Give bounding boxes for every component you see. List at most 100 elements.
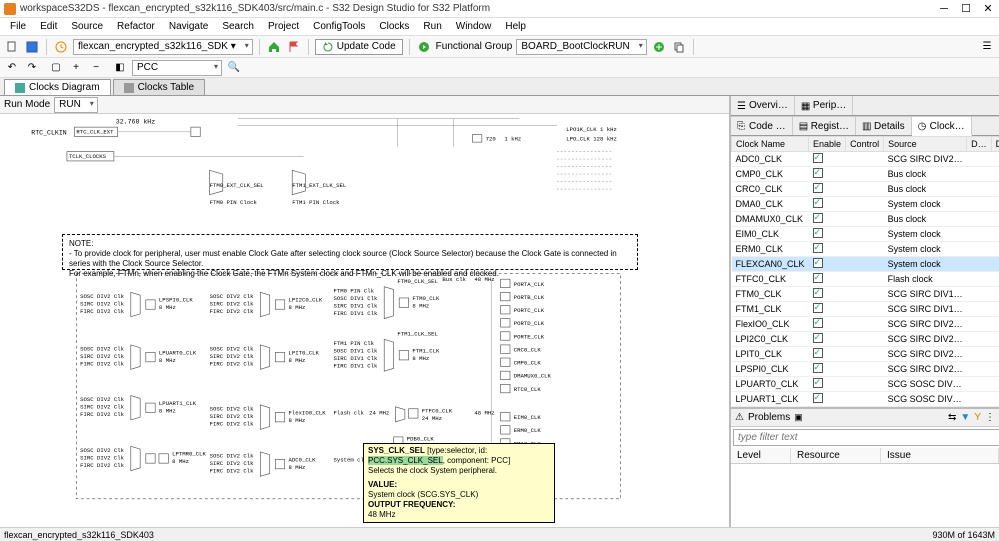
menu-source[interactable]: Source xyxy=(65,19,109,34)
menu-search[interactable]: Search xyxy=(216,19,260,34)
enable-checkbox[interactable] xyxy=(813,348,823,358)
svg-text:FIRC DIV2 Clk: FIRC DIV2 Clk xyxy=(210,468,255,475)
update-code-button[interactable]: Update Code xyxy=(315,39,403,55)
enable-checkbox[interactable] xyxy=(813,228,823,238)
undo-icon[interactable]: ↶ xyxy=(4,60,20,76)
perspective-icon[interactable]: ☰ xyxy=(979,39,995,55)
component-dropdown[interactable]: PCC xyxy=(132,60,222,76)
problems-filter-input[interactable] xyxy=(733,429,999,446)
svg-text:SOSC DIV2 Clk: SOSC DIV2 Clk xyxy=(80,293,125,300)
play-icon[interactable] xyxy=(416,39,432,55)
enable-checkbox[interactable] xyxy=(813,333,823,343)
menu-help[interactable]: Help xyxy=(499,19,532,34)
clock-col-header[interactable]: Enable xyxy=(809,137,846,152)
table-row[interactable]: EIM0_CLKSystem clock48 MHz xyxy=(732,227,999,242)
menu-edit[interactable]: Edit xyxy=(34,19,63,34)
enable-checkbox[interactable] xyxy=(813,378,823,388)
clock-col-header[interactable]: D… xyxy=(991,137,999,152)
save-icon[interactable] xyxy=(24,39,40,55)
menu-clocks[interactable]: Clocks xyxy=(373,19,415,34)
enable-checkbox[interactable] xyxy=(813,288,823,298)
table-row[interactable]: DMAMUX0_CLKBus clock48 MHz xyxy=(732,212,999,227)
tab-overview[interactable]: ☰Overvi… xyxy=(731,96,795,115)
filter-y-icon[interactable]: Y xyxy=(974,412,981,423)
table-row[interactable]: FTM0_CLKSCG SIRC DIV1…8 MHz xyxy=(732,287,999,302)
menu-configtools[interactable]: ConfigTools xyxy=(307,19,371,34)
add-icon[interactable] xyxy=(651,39,667,55)
svg-text:ADC0_CLK: ADC0_CLK xyxy=(288,456,316,463)
enable-checkbox[interactable] xyxy=(813,168,823,178)
clock-diagram[interactable]: 32.768 kHz RTC_CLKIN RTC_CLK_EXT TCLK_CL… xyxy=(0,114,729,527)
search-icon[interactable]: 🔍 xyxy=(226,60,242,76)
app-icon xyxy=(4,3,16,15)
collapse-icon[interactable]: ▣ xyxy=(794,412,803,423)
table-row[interactable]: LPUART0_CLKSCG SOSC DIV…8 MHz xyxy=(732,377,999,392)
home-icon[interactable] xyxy=(266,39,282,55)
enable-checkbox[interactable] xyxy=(813,198,823,208)
component-icon[interactable]: ◧ xyxy=(112,60,128,76)
table-row[interactable]: LPUART1_CLKSCG SOSC DIV…8 MHz xyxy=(732,392,999,407)
table-row[interactable]: ERM0_CLKSystem clock48 MHz xyxy=(732,242,999,257)
tab-clocks[interactable]: ◷Clock… xyxy=(912,117,972,136)
clock-col-header[interactable]: D… xyxy=(967,137,992,152)
redo-icon[interactable]: ↷ xyxy=(24,60,40,76)
project-dropdown[interactable]: flexcan_encrypted_s32k116_SDK ▾ xyxy=(73,39,253,55)
enable-checkbox[interactable] xyxy=(813,258,823,268)
menu-navigate[interactable]: Navigate xyxy=(163,19,214,34)
enable-checkbox[interactable] xyxy=(813,303,823,313)
svg-text:SIRC DIV2 Clk: SIRC DIV2 Clk xyxy=(210,413,255,420)
enable-checkbox[interactable] xyxy=(813,273,823,283)
zoom-fit-icon[interactable]: ▢ xyxy=(48,60,64,76)
flag-icon[interactable] xyxy=(286,39,302,55)
tab-code[interactable]: ⎘Code … xyxy=(731,117,793,135)
enable-checkbox[interactable] xyxy=(813,243,823,253)
run-mode-dropdown[interactable]: RUN xyxy=(54,97,98,113)
table-row[interactable]: ADC0_CLKSCG SIRC DIV2…8 MHz xyxy=(732,152,999,167)
enable-checkbox[interactable] xyxy=(813,183,823,193)
close-button[interactable]: ✕ xyxy=(981,2,995,16)
table-row[interactable]: DMA0_CLKSystem clock48 MHz xyxy=(732,197,999,212)
functional-group-dropdown[interactable]: BOARD_BootClockRUN xyxy=(516,39,646,55)
table-row[interactable]: FTM1_CLKSCG SIRC DIV1…8 MHz xyxy=(732,302,999,317)
clock-icon[interactable] xyxy=(53,39,69,55)
table-row[interactable]: LPSPI0_CLKSCG SIRC DIV2…8 MHz xyxy=(732,362,999,377)
enable-checkbox[interactable] xyxy=(813,393,823,403)
enable-checkbox[interactable] xyxy=(813,363,823,373)
table-row[interactable]: CMP0_CLKBus clock48 MHz xyxy=(732,167,999,182)
clock-col-header[interactable]: Source xyxy=(884,137,967,152)
menu-file[interactable]: File xyxy=(4,19,32,34)
tab-clocks-diagram[interactable]: Clocks Diagram xyxy=(4,79,111,95)
tab-registers[interactable]: ▤Regist… xyxy=(793,117,856,135)
zoom-in-icon[interactable]: + xyxy=(68,60,84,76)
menu-project[interactable]: Project xyxy=(262,19,305,34)
table-row[interactable]: FLEXCAN0_CLKSystem clock48 MHz xyxy=(732,257,999,272)
table-row[interactable]: FlexIO0_CLKSCG SIRC DIV2…8 MHz xyxy=(732,317,999,332)
clock-col-header[interactable]: Control xyxy=(846,137,884,152)
clock-table[interactable]: Clock NameEnableControlSourceD…D…Frequen… xyxy=(731,136,999,407)
svg-text:SIRC DIV2 Clk: SIRC DIV2 Clk xyxy=(80,353,125,360)
menu-run[interactable]: Run xyxy=(417,19,447,34)
zoom-out-icon[interactable]: − xyxy=(88,60,104,76)
menu-refactor[interactable]: Refactor xyxy=(111,19,161,34)
filter-funnel-icon[interactable]: ▼ xyxy=(960,412,970,423)
maximize-button[interactable]: ☐ xyxy=(959,2,973,16)
tab-clocks-table[interactable]: Clocks Table xyxy=(113,79,206,95)
svg-text:ERM0_CLK: ERM0_CLK xyxy=(514,427,542,434)
enable-checkbox[interactable] xyxy=(813,153,823,163)
enable-checkbox[interactable] xyxy=(813,213,823,223)
table-row[interactable]: CRC0_CLKBus clock48 MHz xyxy=(732,182,999,197)
minimize-button[interactable]: ─ xyxy=(937,2,951,16)
table-row[interactable]: FTFC0_CLKFlash clock24 MHz xyxy=(732,272,999,287)
filter-sync-icon[interactable]: ⇆ xyxy=(948,412,956,423)
table-row[interactable]: LPI2C0_CLKSCG SIRC DIV2…8 MHz xyxy=(732,332,999,347)
menu-window[interactable]: Window xyxy=(450,19,498,34)
svg-text:FIRC DIV2 Clk: FIRC DIV2 Clk xyxy=(210,308,255,315)
tab-peripherals[interactable]: ▦Perip… xyxy=(795,96,853,115)
enable-checkbox[interactable] xyxy=(813,318,823,328)
new-icon[interactable] xyxy=(4,39,20,55)
clock-col-header[interactable]: Clock Name xyxy=(732,137,809,152)
tab-details[interactable]: ▥Details xyxy=(856,117,912,135)
table-row[interactable]: LPIT0_CLKSCG SIRC DIV2…8 MHz xyxy=(732,347,999,362)
copy-icon[interactable] xyxy=(671,39,687,55)
menu-icon[interactable]: ⋮ xyxy=(985,412,995,423)
